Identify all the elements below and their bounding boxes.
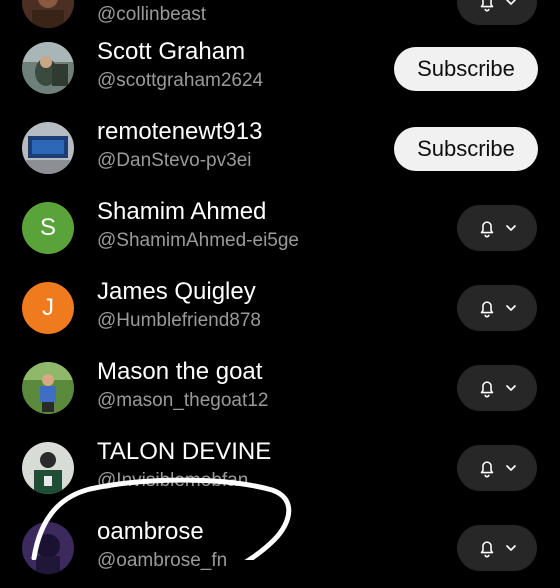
- channel-name[interactable]: remotenewt913: [97, 118, 262, 146]
- avatar[interactable]: [22, 442, 74, 494]
- bell-icon: [480, 221, 494, 238]
- notification-settings-button[interactable]: [457, 365, 537, 411]
- notification-settings-button[interactable]: [457, 205, 537, 251]
- notification-settings-button[interactable]: [457, 285, 537, 331]
- channel-row-remotenewt913[interactable]: remotenewt913 @DanStevo-pv3ei Subscribe: [0, 108, 560, 188]
- avatar[interactable]: [22, 122, 74, 174]
- avatar-photo: [22, 122, 74, 174]
- subscribe-button[interactable]: Subscribe: [394, 47, 538, 91]
- avatar-photo: [22, 522, 74, 574]
- channel-row-mason-the-goat[interactable]: Mason the goat @mason_thegoat12: [0, 348, 560, 428]
- channel-handle: @oambrose_fn: [97, 550, 228, 571]
- subscribe-button[interactable]: Subscribe: [394, 127, 538, 171]
- bell-icon: [480, 0, 494, 12]
- chevron-down-icon: [506, 385, 516, 391]
- avatar-photo: [22, 42, 74, 94]
- channel-row-oambrose[interactable]: oambrose @oambrose_fn: [0, 508, 560, 588]
- avatar-photo: [22, 362, 74, 414]
- subscriptions-list: @collinbeast Scott Graham @scottgraham26…: [0, 0, 560, 574]
- bell-icon: [480, 301, 494, 318]
- channel-row-talon-devine[interactable]: TALON DEVINE @Invisiblemobfan: [0, 428, 560, 508]
- chevron-down-icon: [506, 545, 516, 551]
- channel-name[interactable]: oambrose: [97, 518, 204, 546]
- avatar-initial: S: [39, 214, 56, 241]
- channel-handle: @Invisiblemobfan: [97, 470, 249, 491]
- notification-settings-button[interactable]: [457, 525, 537, 571]
- chevron-down-icon: [506, 465, 516, 471]
- channel-handle: @collinbeast: [97, 4, 207, 25]
- bell-icon: [480, 381, 494, 398]
- channel-handle: @Humblefriend878: [97, 310, 261, 331]
- channel-name[interactable]: TALON DEVINE: [97, 438, 271, 466]
- channel-row-scott-graham[interactable]: Scott Graham @scottgraham2624 Subscribe: [0, 28, 560, 108]
- avatar[interactable]: [22, 362, 74, 414]
- avatar[interactable]: [22, 522, 74, 574]
- channel-name[interactable]: Shamim Ahmed: [97, 198, 266, 226]
- notification-settings-button[interactable]: [457, 445, 537, 491]
- channel-handle: @ShamimAhmed-ei5ge: [97, 230, 299, 251]
- channel-name[interactable]: James Quigley: [97, 278, 256, 306]
- bell-icon: [480, 541, 494, 558]
- channel-name[interactable]: Mason the goat: [97, 358, 262, 386]
- channel-row-james-quigley[interactable]: J James Quigley @Humblefriend878: [0, 268, 560, 348]
- avatar-initial: J: [42, 294, 54, 321]
- bell-icon: [480, 461, 494, 478]
- avatar[interactable]: [22, 42, 74, 94]
- channel-handle: @DanStevo-pv3ei: [97, 150, 252, 171]
- chevron-down-icon: [506, 0, 516, 5]
- channel-handle: @mason_thegoat12: [97, 390, 269, 411]
- chevron-down-icon: [506, 305, 516, 311]
- avatar[interactable]: S: [22, 202, 74, 254]
- channel-row-shamim-ahmed[interactable]: S Shamim Ahmed @ShamimAhmed-ei5ge: [0, 188, 560, 268]
- avatar-photo: [22, 0, 74, 28]
- notification-settings-button[interactable]: [457, 0, 537, 25]
- avatar[interactable]: J: [22, 282, 74, 334]
- chevron-down-icon: [506, 225, 516, 231]
- avatar-photo: [22, 442, 74, 494]
- channel-handle: @scottgraham2624: [97, 70, 264, 91]
- avatar[interactable]: [22, 0, 74, 28]
- channel-name[interactable]: Scott Graham: [97, 38, 245, 66]
